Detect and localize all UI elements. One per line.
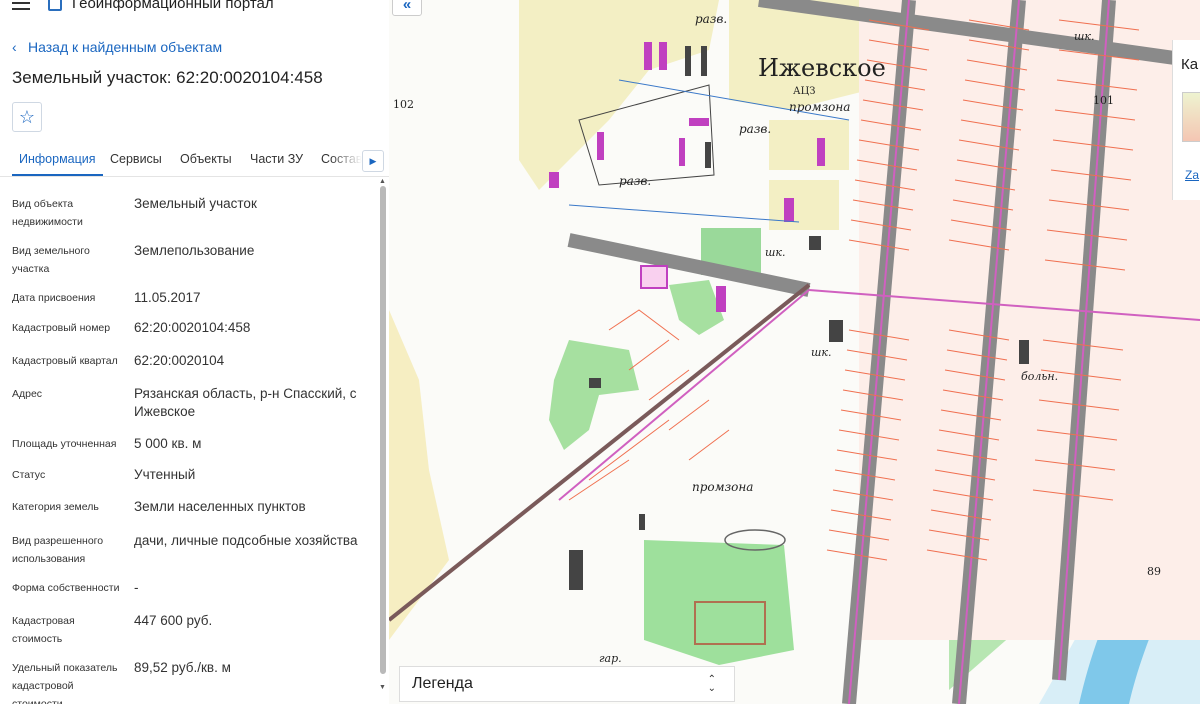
tab-information[interactable]: Информация <box>12 144 103 176</box>
legend-dropdown[interactable]: Легенда ⌃ ⌄ <box>399 666 735 702</box>
tab-scroll-right-button[interactable]: ▶ <box>362 150 384 172</box>
scrollbar-thumb[interactable] <box>380 186 386 674</box>
menu-icon[interactable] <box>12 0 30 10</box>
info-value: - <box>134 580 139 595</box>
map-view[interactable]: Ижевское разв. разв. разв. промзона пром… <box>389 0 1200 704</box>
info-value: 62:20:0020104:458 <box>134 320 251 335</box>
info-value: дачи, личные подсобные хозяйства <box>134 533 358 548</box>
info-label: Кадастровый квартал <box>12 355 118 367</box>
favorite-button[interactable]: ☆ <box>12 102 42 132</box>
scroll-up-icon[interactable]: ▲ <box>379 178 386 185</box>
map-label-school: шк. <box>765 246 786 259</box>
map-label-school: шк. <box>1074 30 1095 43</box>
star-icon: ☆ <box>18 106 36 127</box>
back-link[interactable]: ‹ Назад к найденным объектам <box>12 36 222 58</box>
info-value: Земельный участок <box>134 196 257 211</box>
right-panel-link[interactable]: Za <box>1185 168 1199 182</box>
info-label: Форма собственности <box>12 582 120 594</box>
legend-label: Легенда <box>412 675 473 692</box>
chevron-right-icon: ▶ <box>369 155 377 166</box>
info-value: Земли населенных пунктов <box>134 499 306 514</box>
scrollbar[interactable]: ▲ ▼ <box>379 178 387 696</box>
map-label-height: 102 <box>393 98 414 111</box>
collapse-panel-button[interactable]: « <box>392 0 422 16</box>
info-label: Адрес <box>12 388 43 400</box>
info-label: Площадь уточненная <box>12 438 117 450</box>
info-value: 11.05.2017 <box>134 290 201 305</box>
tab-services[interactable]: Сервисы <box>110 144 162 174</box>
map-label-garage: гар. <box>599 652 622 665</box>
app-header: Геоинформационный портал <box>0 0 389 18</box>
chevron-up-down-icon: ⌃ ⌄ <box>707 674 716 694</box>
blue-line <box>568 204 800 223</box>
info-label: Категория земель <box>12 501 99 513</box>
info-label: Кадастровая стоимость <box>12 615 75 645</box>
info-value: 5 000 кв. м <box>134 436 202 451</box>
info-value: Учтенный <box>134 467 196 482</box>
double-chevron-left-icon: « <box>402 0 412 13</box>
info-label: Вид земельного участка <box>12 245 90 275</box>
green-area <box>669 280 724 335</box>
info-value: 62:20:0020104 <box>134 353 225 368</box>
map-label-azs: АЦЗ <box>793 86 816 97</box>
app-title: Геоинформационный портал <box>72 0 274 12</box>
info-label: Дата присвоения <box>12 292 96 304</box>
map-label-razv: разв. <box>619 174 652 188</box>
map-label-height: 89 <box>1147 565 1161 578</box>
map-label-village: Ижевское <box>758 54 886 82</box>
tab-objects[interactable]: Объекты <box>180 144 232 174</box>
selected-parcel[interactable] <box>640 265 668 289</box>
info-label: Вид объекта недвижимости <box>12 198 83 228</box>
info-value: Землепользование <box>134 243 255 258</box>
page-title: Земельный участок: 62:20:0020104:458 <box>12 68 323 87</box>
field-area <box>519 0 719 190</box>
info-label: Статус <box>12 469 46 481</box>
map-label-school: шк. <box>811 346 832 359</box>
info-value: 89,52 руб./кв. м <box>134 660 231 675</box>
field-area <box>769 120 849 170</box>
map-label-promzona: промзона <box>789 100 851 114</box>
map-label-promzona: промзона <box>692 480 754 494</box>
back-link-label: Назад к найденным объектам <box>28 39 223 55</box>
tab-parts[interactable]: Части ЗУ <box>250 144 303 174</box>
info-label: Удельный показатель кадастровой стоимост… <box>12 662 118 704</box>
tab-fade <box>330 144 362 175</box>
info-value: Рязанская область, р-н Спасский, с Ижевс… <box>134 386 357 419</box>
chevron-left-icon: ‹ <box>12 39 17 55</box>
right-side-panel: Ка Za <box>1172 40 1200 200</box>
field-area <box>769 180 839 230</box>
map-label-hospital: больн. <box>1021 370 1059 383</box>
info-label: Кадастровый номер <box>12 322 111 334</box>
map-label-razv: разв. <box>695 12 728 26</box>
scroll-down-icon[interactable]: ▼ <box>379 684 386 691</box>
portal-logo-icon <box>48 0 62 11</box>
info-label: Вид разрешенного использования <box>12 535 104 565</box>
basemap-thumbnail[interactable] <box>1182 92 1200 142</box>
right-panel-title: Ка <box>1181 56 1199 73</box>
map-label-height: 101 <box>1093 94 1114 107</box>
map-label-razv: разв. <box>739 122 772 136</box>
info-value: 447 600 руб. <box>134 613 213 628</box>
field-area <box>389 310 449 640</box>
info-panel: Геоинформационный портал ‹ Назад к найде… <box>0 0 390 704</box>
